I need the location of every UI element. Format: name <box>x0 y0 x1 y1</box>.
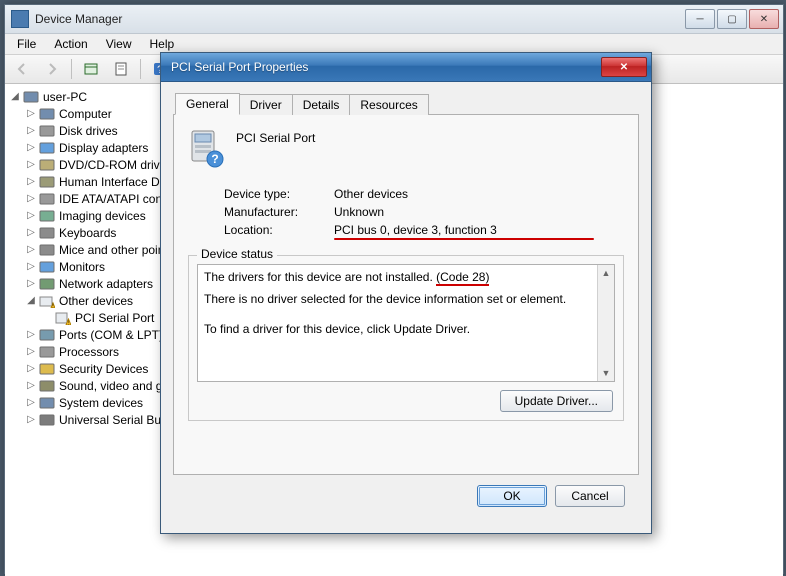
location-value: PCI bus 0, device 3, function 3 <box>334 223 624 237</box>
device-name: PCI Serial Port <box>236 129 315 145</box>
menu-action[interactable]: Action <box>46 35 95 53</box>
svg-text:!: ! <box>68 320 69 325</box>
scroll-up-icon[interactable]: ▲ <box>598 265 614 281</box>
properties-button[interactable] <box>108 57 134 81</box>
dialog-titlebar[interactable]: PCI Serial Port Properties ✕ <box>161 53 651 82</box>
status-code: (Code 28) <box>436 270 489 286</box>
device-status-title: Device status <box>197 247 277 261</box>
device-status-group: Device status The drivers for this devic… <box>188 255 624 421</box>
minimize-button[interactable]: ─ <box>685 9 715 29</box>
toolbar-sep <box>71 59 72 79</box>
status-line2: There is no driver selected for the devi… <box>204 291 590 307</box>
device-status-text[interactable]: The drivers for this device are not inst… <box>197 264 615 382</box>
app-icon <box>11 10 29 28</box>
device-icon: ? <box>188 129 224 169</box>
properties-dialog: PCI Serial Port Properties ✕ General Dri… <box>160 52 652 534</box>
tab-details[interactable]: Details <box>292 94 351 115</box>
main-titlebar[interactable]: Device Manager ─ ▢ ✕ <box>5 5 783 34</box>
device-type-label: Device type: <box>224 187 334 201</box>
forward-button[interactable] <box>39 57 65 81</box>
back-button[interactable] <box>9 57 35 81</box>
status-scrollbar[interactable]: ▲ ▼ <box>597 265 614 381</box>
main-title: Device Manager <box>35 12 685 26</box>
ok-button[interactable]: OK <box>477 485 547 507</box>
location-label: Location: <box>224 223 334 237</box>
scroll-down-icon[interactable]: ▼ <box>598 365 614 381</box>
toolbar-sep <box>140 59 141 79</box>
update-driver-button[interactable]: Update Driver... <box>500 390 613 412</box>
dialog-close-button[interactable]: ✕ <box>601 57 647 77</box>
menu-file[interactable]: File <box>9 35 44 53</box>
manufacturer-value: Unknown <box>334 205 624 219</box>
svg-text:?: ? <box>211 152 218 166</box>
location-text: PCI bus 0, device 3, function 3 <box>334 223 497 237</box>
show-hidden-button[interactable] <box>78 57 104 81</box>
status-line3: To find a driver for this device, click … <box>204 321 590 337</box>
svg-text:!: ! <box>52 303 53 308</box>
status-line1a: The drivers for this device are not inst… <box>204 270 436 284</box>
tab-general[interactable]: General <box>175 93 240 115</box>
tab-resources[interactable]: Resources <box>349 94 428 115</box>
close-button[interactable]: ✕ <box>749 9 779 29</box>
device-type-value: Other devices <box>334 187 624 201</box>
dialog-title: PCI Serial Port Properties <box>165 60 601 74</box>
tab-page-general: ? PCI Serial Port Device type: Other dev… <box>173 115 639 475</box>
menu-view[interactable]: View <box>98 35 140 53</box>
cancel-button[interactable]: Cancel <box>555 485 625 507</box>
manufacturer-label: Manufacturer: <box>224 205 334 219</box>
menu-help[interactable]: Help <box>142 35 183 53</box>
tab-driver[interactable]: Driver <box>239 94 293 115</box>
highlight-underline <box>334 238 594 240</box>
maximize-button[interactable]: ▢ <box>717 9 747 29</box>
dialog-tabs: General Driver Details Resources <box>173 90 639 115</box>
